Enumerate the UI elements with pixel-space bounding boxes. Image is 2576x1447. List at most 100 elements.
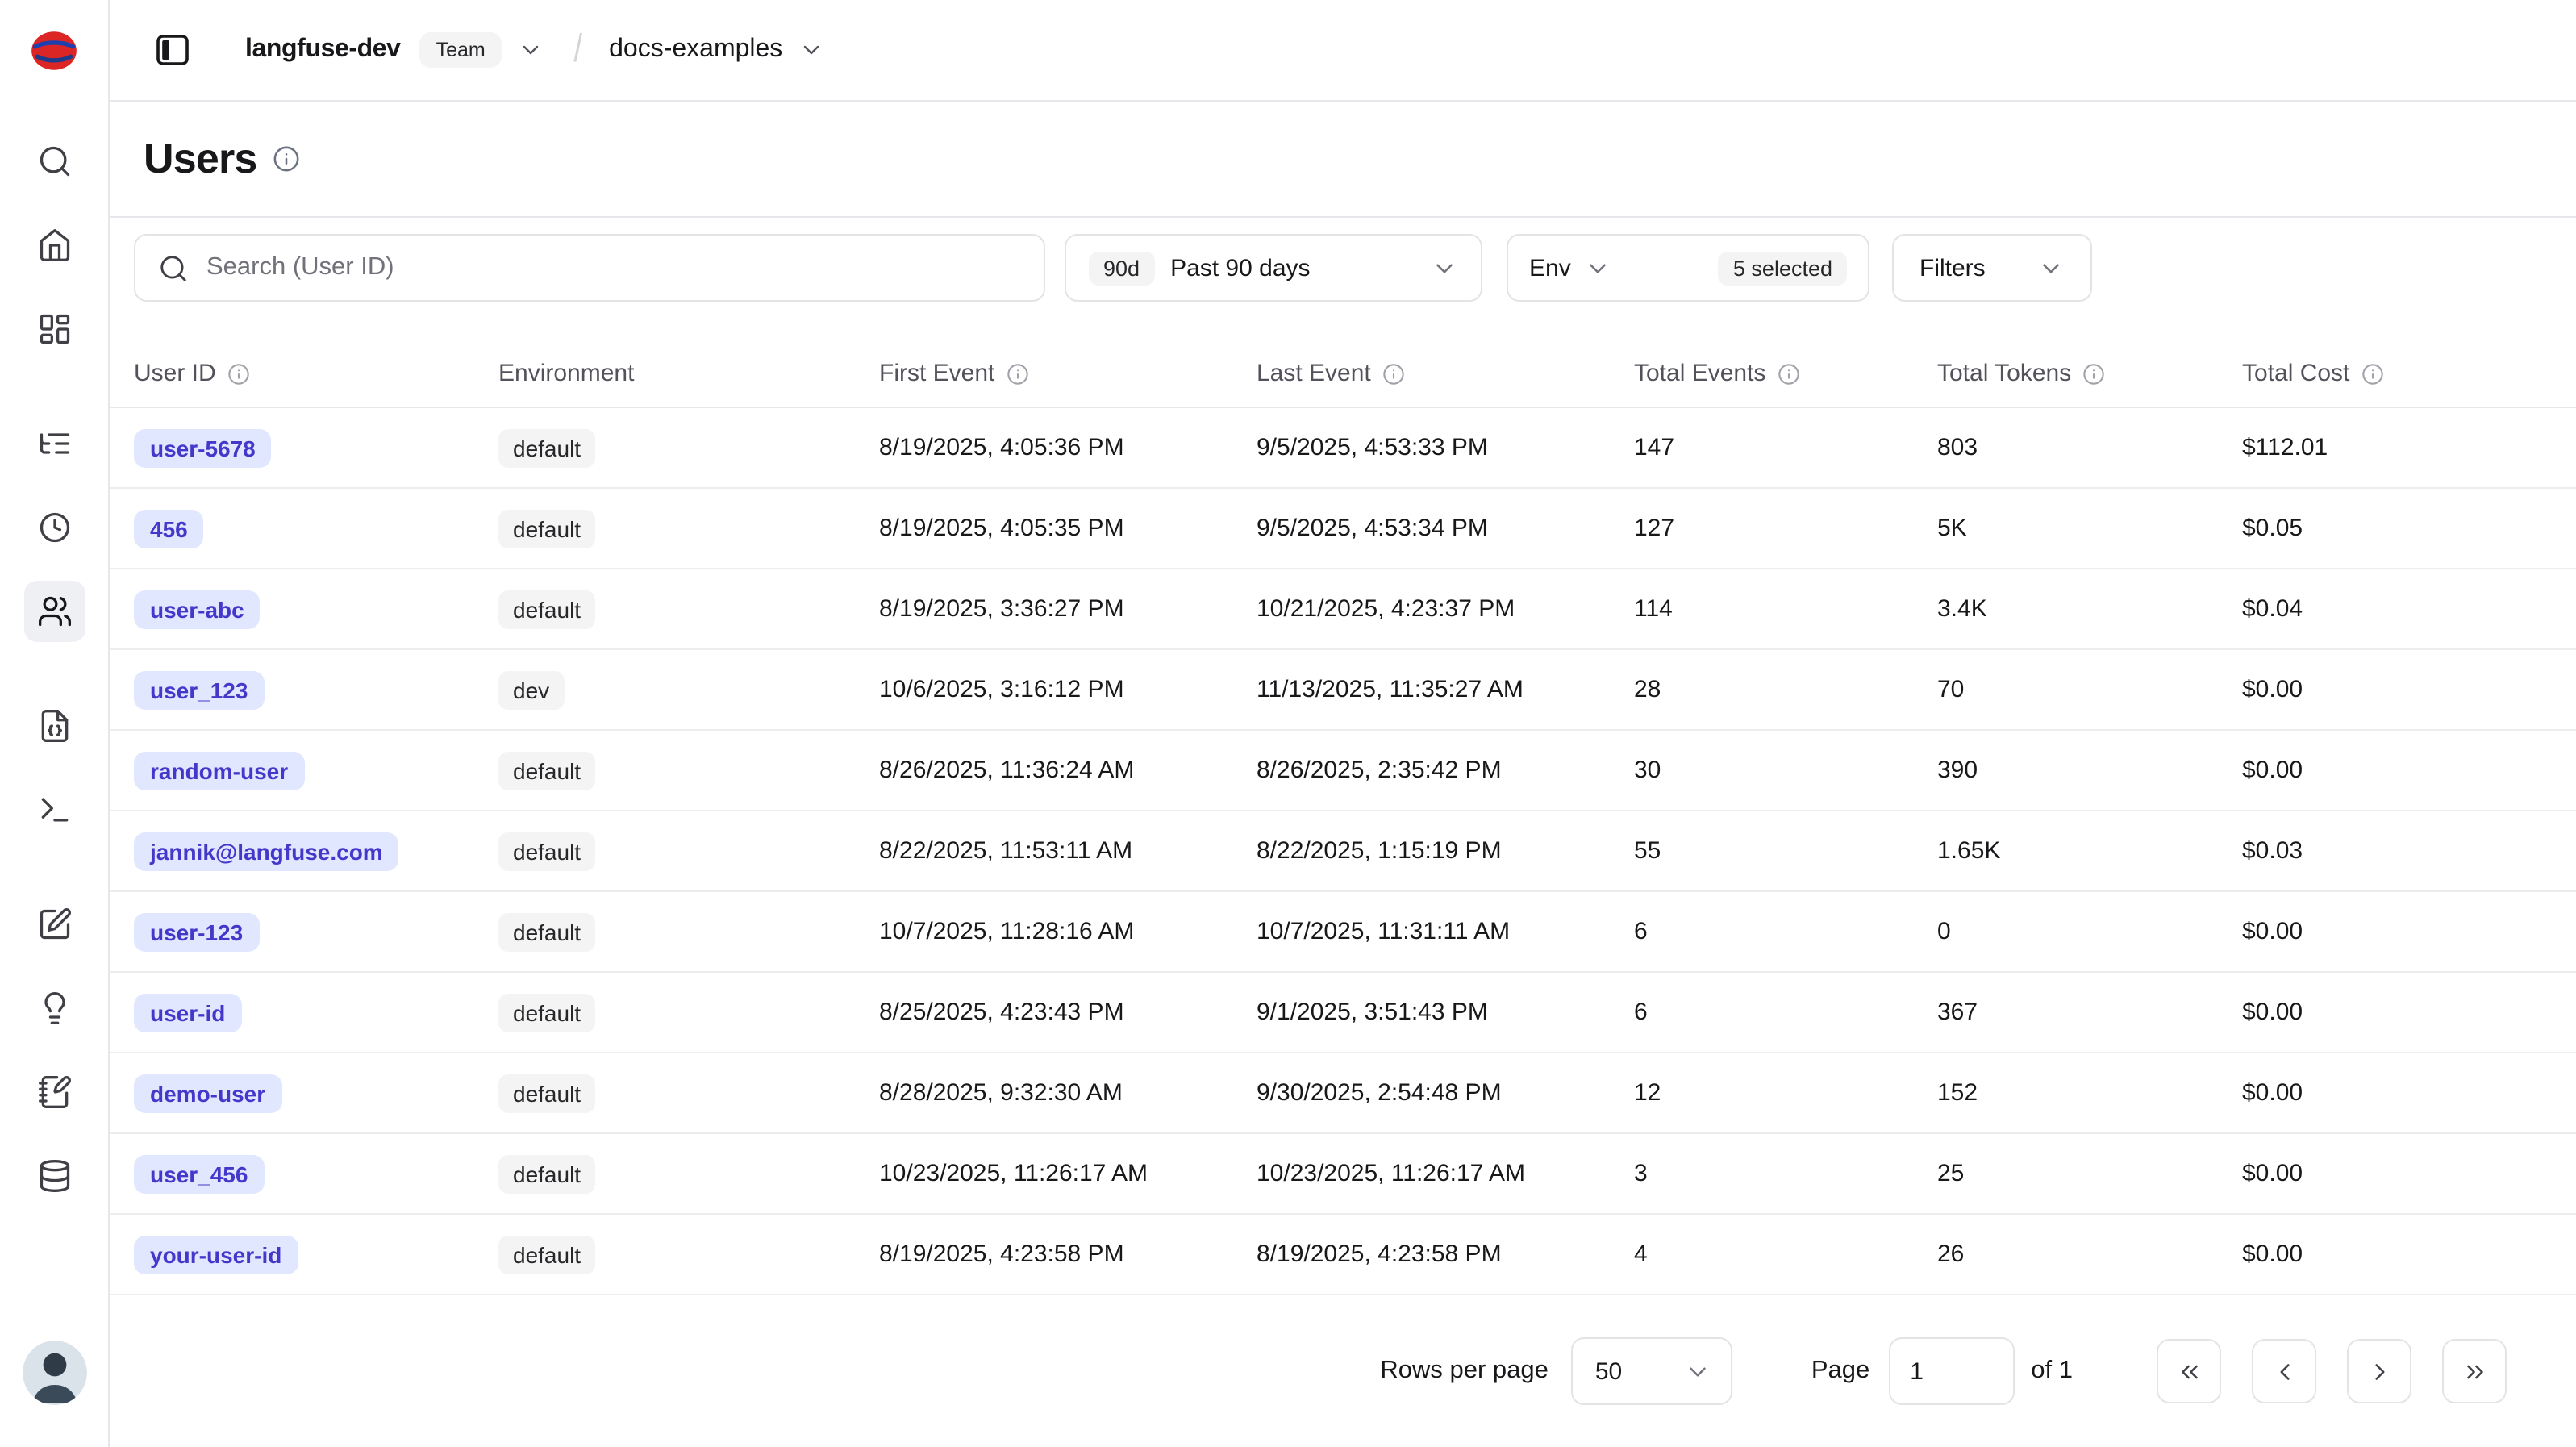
table-row[interactable]: user-5678 default 8/19/2025, 4:05:36 PM … <box>110 408 2576 489</box>
last-event-cell: 10/21/2025, 4:23:37 PM <box>1257 595 1634 623</box>
chevrons-right-icon <box>2461 1357 2488 1385</box>
sidebar-item-sessions[interactable] <box>23 497 85 558</box>
page-info-icon[interactable] <box>273 145 301 173</box>
sidebar-item-annotations[interactable] <box>23 1061 85 1123</box>
page-title-row: Users <box>110 102 2576 218</box>
last-event-cell: 9/30/2025, 2:54:48 PM <box>1257 1079 1634 1107</box>
last-event-cell: 10/23/2025, 11:26:17 AM <box>1257 1160 1634 1187</box>
date-range-button[interactable]: 90d Past 90 days <box>1065 234 1482 302</box>
insights-icon <box>36 990 72 1026</box>
last-page-button[interactable] <box>2442 1339 2507 1403</box>
user-id-link[interactable]: user-id <box>134 993 241 1032</box>
first-event-cell: 10/6/2025, 3:16:12 PM <box>879 676 1257 703</box>
column-header-user-id[interactable]: User ID <box>134 360 498 387</box>
info-icon <box>273 145 301 173</box>
next-page-button[interactable] <box>2347 1339 2411 1403</box>
column-header-total-cost[interactable]: Total Cost <box>2242 360 2529 387</box>
user-id-link[interactable]: user-abc <box>134 590 261 628</box>
user-id-link[interactable]: user-123 <box>134 912 259 951</box>
total-events-cell: 55 <box>1634 837 1937 865</box>
table-row[interactable]: user-123 default 10/7/2025, 11:28:16 AM … <box>110 892 2576 973</box>
sidebar-item-dashboards[interactable] <box>23 298 85 360</box>
table-row[interactable]: jannik@langfuse.com default 8/22/2025, 1… <box>110 811 2576 892</box>
environment-badge: default <box>498 993 595 1032</box>
total-tokens-cell: 70 <box>1937 676 2242 703</box>
sidebar-item-home[interactable] <box>23 215 85 276</box>
total-cost-cell: $0.00 <box>2242 999 2529 1026</box>
env-selected-badge: 5 selected <box>1719 251 1847 285</box>
workspace-switcher-button[interactable] <box>511 31 550 69</box>
table-row[interactable]: user_456 default 10/23/2025, 11:26:17 AM… <box>110 1134 2576 1215</box>
user-id-link[interactable]: jannik@langfuse.com <box>134 832 399 870</box>
sidebar-item-insights[interactable] <box>23 978 85 1039</box>
search-icon <box>36 144 72 179</box>
langfuse-logo-icon <box>27 23 81 77</box>
pagination-controls <box>2157 1339 2507 1403</box>
table-row[interactable]: user-id default 8/25/2025, 4:23:43 PM 9/… <box>110 973 2576 1053</box>
chevron-down-icon <box>518 37 544 63</box>
total-events-cell: 6 <box>1634 999 1937 1026</box>
table-header-row: User ID Environment First Event Last Eve… <box>110 340 2576 408</box>
sidebar-item-users[interactable] <box>23 581 85 642</box>
page-number-input[interactable] <box>1889 1337 2015 1405</box>
table-row[interactable]: 456 default 8/19/2025, 4:05:35 PM 9/5/20… <box>110 489 2576 569</box>
user-id-link[interactable]: random-user <box>134 751 304 790</box>
total-events-cell: 147 <box>1634 434 1937 461</box>
environment-badge: default <box>498 1074 595 1112</box>
page-label: Page <box>1811 1357 1869 1386</box>
chevron-left-icon <box>2270 1357 2298 1385</box>
column-header-last-event[interactable]: Last Event <box>1257 360 1634 387</box>
sidebar-item-playground[interactable] <box>23 779 85 840</box>
user-id-link[interactable]: user_123 <box>134 670 264 709</box>
sidebar-toggle-button[interactable] <box>145 23 200 77</box>
app-root: langfuse-dev Team / docs-examples Users <box>0 0 2576 1447</box>
table-row[interactable]: user_123 dev 10/6/2025, 3:16:12 PM 11/13… <box>110 650 2576 731</box>
total-cost-cell: $0.00 <box>2242 1241 2529 1268</box>
search-input[interactable] <box>206 253 1024 282</box>
column-header-environment[interactable]: Environment <box>498 360 879 387</box>
user-id-link[interactable]: user_456 <box>134 1154 264 1193</box>
user-id-link[interactable]: your-user-id <box>134 1235 298 1274</box>
table-row[interactable]: user-abc default 8/19/2025, 3:36:27 PM 1… <box>110 569 2576 650</box>
column-header-first-event[interactable]: First Event <box>879 360 1257 387</box>
dashboards-icon <box>36 311 72 347</box>
previous-page-button[interactable] <box>2252 1339 2316 1403</box>
total-events-cell: 30 <box>1634 757 1937 784</box>
sidebar-item-tracing[interactable] <box>23 413 85 474</box>
tracing-icon <box>36 426 72 461</box>
sidebar-item-datasets[interactable] <box>23 1145 85 1207</box>
sidebar-item-evaluations[interactable] <box>23 894 85 955</box>
sidebar-item-prompts[interactable] <box>23 695 85 757</box>
first-event-cell: 8/26/2025, 11:36:24 AM <box>879 757 1257 784</box>
playground-icon <box>36 792 72 828</box>
environment-badge: default <box>498 428 595 467</box>
total-cost-cell: $0.03 <box>2242 837 2529 865</box>
table-row[interactable]: demo-user default 8/28/2025, 9:32:30 AM … <box>110 1053 2576 1134</box>
first-event-cell: 8/19/2025, 3:36:27 PM <box>879 595 1257 623</box>
user-id-link[interactable]: demo-user <box>134 1074 281 1112</box>
table-row[interactable]: random-user default 8/26/2025, 11:36:24 … <box>110 731 2576 811</box>
rows-per-page-value: 50 <box>1595 1357 1622 1385</box>
total-tokens-cell: 5K <box>1937 515 2242 542</box>
user-id-link[interactable]: user-5678 <box>134 428 272 467</box>
sidebar-item-search[interactable] <box>23 131 85 192</box>
total-cost-cell: $0.00 <box>2242 757 2529 784</box>
column-header-total-events[interactable]: Total Events <box>1634 360 1937 387</box>
filters-button[interactable]: Filters <box>1892 234 2092 302</box>
first-event-cell: 8/19/2025, 4:05:36 PM <box>879 434 1257 461</box>
column-header-total-tokens[interactable]: Total Tokens <box>1937 360 2242 387</box>
rows-per-page-select[interactable]: 50 <box>1571 1337 1732 1405</box>
info-icon <box>2361 362 2383 385</box>
env-filter-button[interactable]: Env 5 selected <box>1507 234 1869 302</box>
user-id-link[interactable]: 456 <box>134 509 204 548</box>
table-row[interactable]: your-user-id default 8/19/2025, 4:23:58 … <box>110 1215 2576 1295</box>
sessions-icon <box>36 510 72 545</box>
project-switcher-button[interactable] <box>792 31 831 69</box>
pagination-footer: Rows per page 50 Page of 1 <box>110 1295 2576 1447</box>
first-page-button[interactable] <box>2157 1339 2221 1403</box>
workspace-name: langfuse-dev <box>245 35 401 65</box>
total-cost-cell: $112.01 <box>2242 434 2529 461</box>
search-box <box>134 234 1045 302</box>
filters-label: Filters <box>1919 254 1986 281</box>
user-avatar[interactable] <box>22 1341 86 1405</box>
